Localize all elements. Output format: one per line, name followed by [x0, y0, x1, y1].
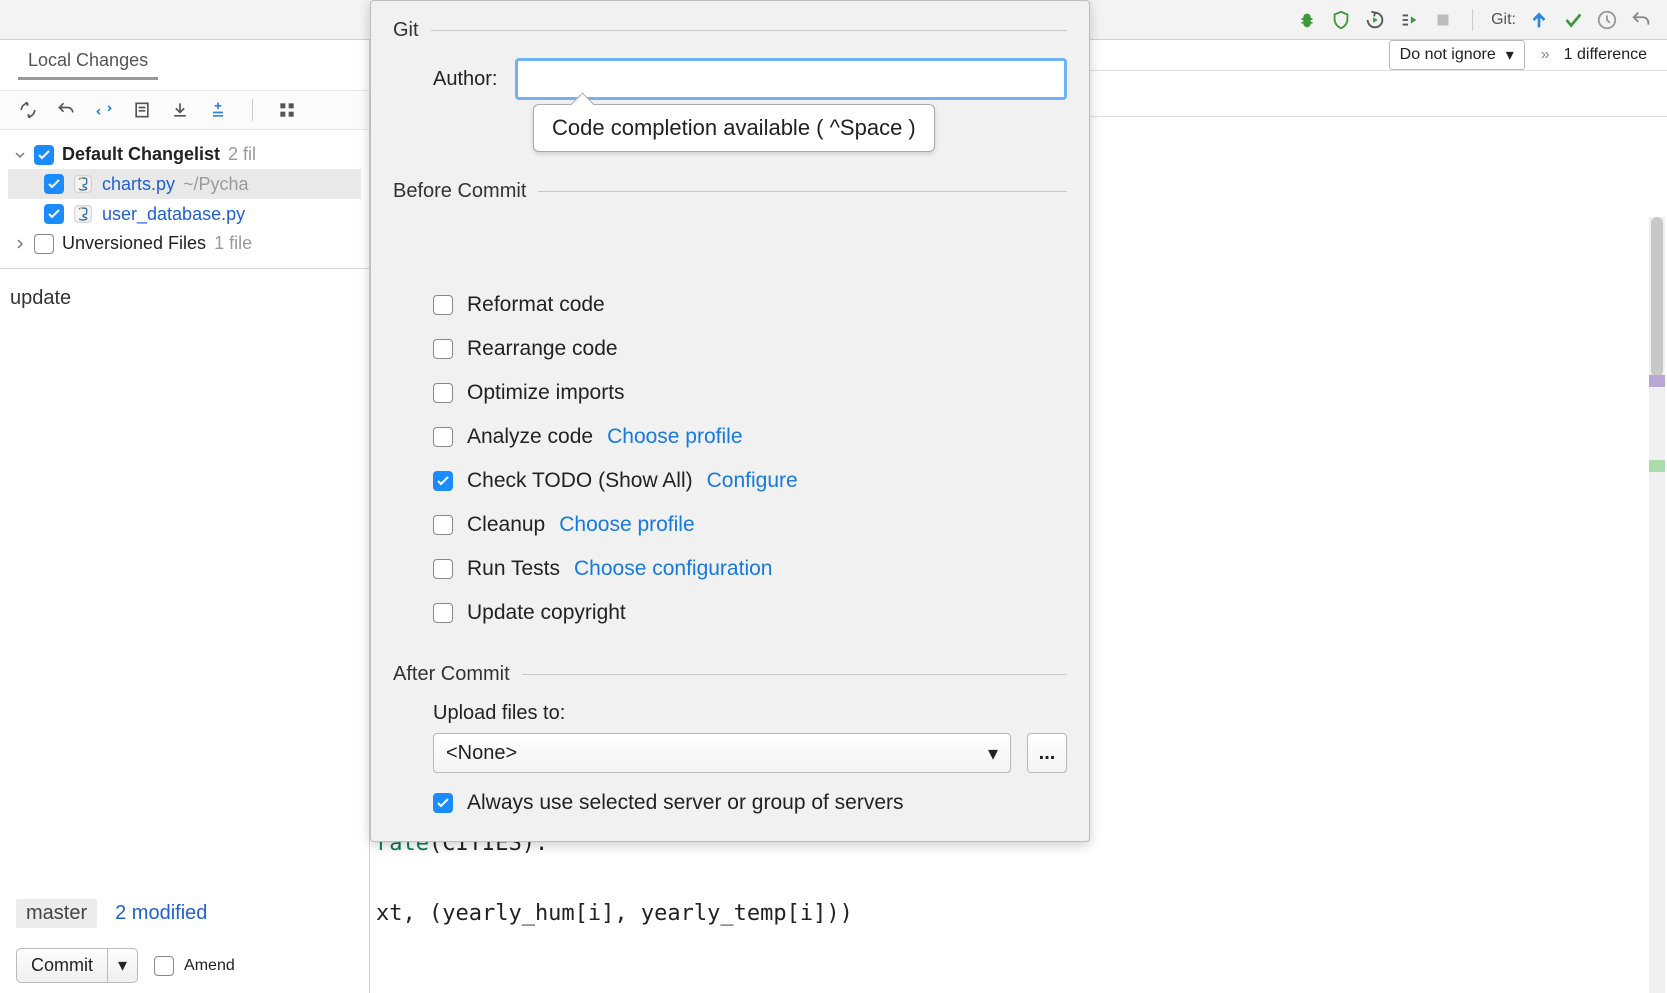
checkbox-default-changelist[interactable]: [34, 145, 54, 165]
undo-icon[interactable]: [56, 100, 76, 120]
commit-message-input[interactable]: update: [0, 268, 369, 893]
checkbox-amend[interactable]: [154, 956, 174, 976]
update-icon[interactable]: [1528, 9, 1550, 31]
tab-local-changes[interactable]: Local Changes: [18, 50, 158, 80]
chevron-down-icon: [14, 149, 26, 161]
expand-icon[interactable]: »: [1541, 46, 1548, 64]
rollback-icon[interactable]: [1630, 9, 1652, 31]
tree-file-row[interactable]: user_database.py: [8, 199, 361, 229]
checkbox-cleanup[interactable]: [433, 515, 453, 535]
diff-marker-added[interactable]: [1649, 460, 1665, 472]
git-section-label: Git: [393, 19, 419, 42]
step-icon[interactable]: [1398, 9, 1420, 31]
upload-server-value: <None>: [446, 742, 517, 765]
changelist-icon[interactable]: [208, 100, 228, 120]
choose-profile-link-2[interactable]: Choose profile: [559, 513, 694, 537]
opt-cleanup-label: Cleanup: [467, 513, 545, 537]
checkbox-always-use-server[interactable]: [433, 793, 453, 813]
shield-icon[interactable]: [1330, 9, 1352, 31]
default-changelist-count: 2 fil: [228, 144, 256, 165]
completion-hint: Code completion available ( ^Space ): [533, 104, 935, 152]
commit-options-popup: Git Author: Code completion available ( …: [370, 0, 1090, 842]
upload-server-dropdown[interactable]: <None> ▾: [433, 733, 1011, 773]
opt-rearrange-label: Rearrange code: [467, 337, 618, 361]
checkbox-analyze[interactable]: [433, 427, 453, 447]
chevron-right-icon: [14, 238, 26, 250]
opt-optimize-label: Optimize imports: [467, 381, 625, 405]
git-label: Git:: [1491, 11, 1516, 29]
always-use-label: Always use selected server or group of s…: [467, 791, 904, 815]
before-commit-label: Before Commit: [393, 180, 526, 203]
checkbox-reformat[interactable]: [433, 295, 453, 315]
commit-button-dropdown[interactable]: ▾: [108, 949, 137, 982]
default-changelist-label: Default Changelist: [62, 144, 220, 165]
python-file-icon: [72, 203, 94, 225]
choose-configuration-link[interactable]: Choose configuration: [574, 557, 772, 581]
author-input[interactable]: [515, 58, 1067, 100]
bug-icon[interactable]: [1296, 9, 1318, 31]
checkbox-copyright[interactable]: [433, 603, 453, 623]
chevron-down-icon: ▾: [1506, 45, 1514, 65]
chevron-down-icon: ▾: [988, 741, 998, 766]
history-icon[interactable]: [1596, 9, 1618, 31]
opt-copyright-label: Update copyright: [467, 601, 626, 625]
sync-icon[interactable]: [94, 100, 114, 120]
checkbox-file[interactable]: [44, 174, 64, 194]
commit-icon[interactable]: [1562, 9, 1584, 31]
diff-marker-changed[interactable]: [1649, 375, 1665, 387]
upload-label: Upload files to:: [433, 702, 1067, 725]
rerun-icon[interactable]: [1364, 9, 1386, 31]
checkbox-check-todo[interactable]: [433, 471, 453, 491]
stop-icon[interactable]: [1432, 9, 1454, 31]
choose-profile-link[interactable]: Choose profile: [607, 425, 742, 449]
unversioned-count: 1 file: [214, 233, 252, 254]
opt-check-todo-label: Check TODO (Show All): [467, 469, 693, 493]
commit-button[interactable]: Commit ▾: [16, 948, 138, 983]
opt-run-tests-label: Run Tests: [467, 557, 560, 581]
diff-icon[interactable]: [132, 100, 152, 120]
branch-badge[interactable]: master: [16, 899, 97, 928]
checkbox-run-tests[interactable]: [433, 559, 453, 579]
refresh-icon[interactable]: [18, 100, 38, 120]
commit-button-label[interactable]: Commit: [17, 949, 108, 982]
group-icon[interactable]: [277, 100, 297, 120]
configure-link[interactable]: Configure: [707, 469, 798, 493]
author-label: Author:: [433, 68, 497, 91]
file-name-label: user_database.py: [102, 204, 245, 225]
amend-label: Amend: [184, 957, 235, 975]
python-file-icon: [72, 173, 94, 195]
shelve-icon[interactable]: [170, 100, 190, 120]
ignore-whitespace-value: Do not ignore: [1400, 46, 1496, 64]
difference-count: 1 difference: [1564, 46, 1647, 64]
modified-count[interactable]: 2 modified: [115, 902, 207, 925]
opt-analyze-label: Analyze code: [467, 425, 593, 449]
checkbox-file[interactable]: [44, 204, 64, 224]
tree-file-row[interactable]: charts.py ~/Pycha: [8, 169, 361, 199]
checkbox-rearrange[interactable]: [433, 339, 453, 359]
file-path-label: ~/Pycha: [183, 174, 249, 195]
manage-servers-button[interactable]: ...: [1027, 733, 1067, 773]
checkbox-optimize[interactable]: [433, 383, 453, 403]
checkbox-unversioned[interactable]: [34, 234, 54, 254]
file-name-label: charts.py: [102, 174, 175, 195]
after-commit-label: After Commit: [393, 663, 510, 686]
opt-reformat-label: Reformat code: [467, 293, 605, 317]
tree-changelist-row[interactable]: Default Changelist 2 fil: [8, 140, 361, 169]
unversioned-label: Unversioned Files: [62, 233, 206, 254]
tree-unversioned-row[interactable]: Unversioned Files 1 file: [8, 229, 361, 258]
ignore-whitespace-dropdown[interactable]: Do not ignore ▾: [1389, 40, 1525, 70]
